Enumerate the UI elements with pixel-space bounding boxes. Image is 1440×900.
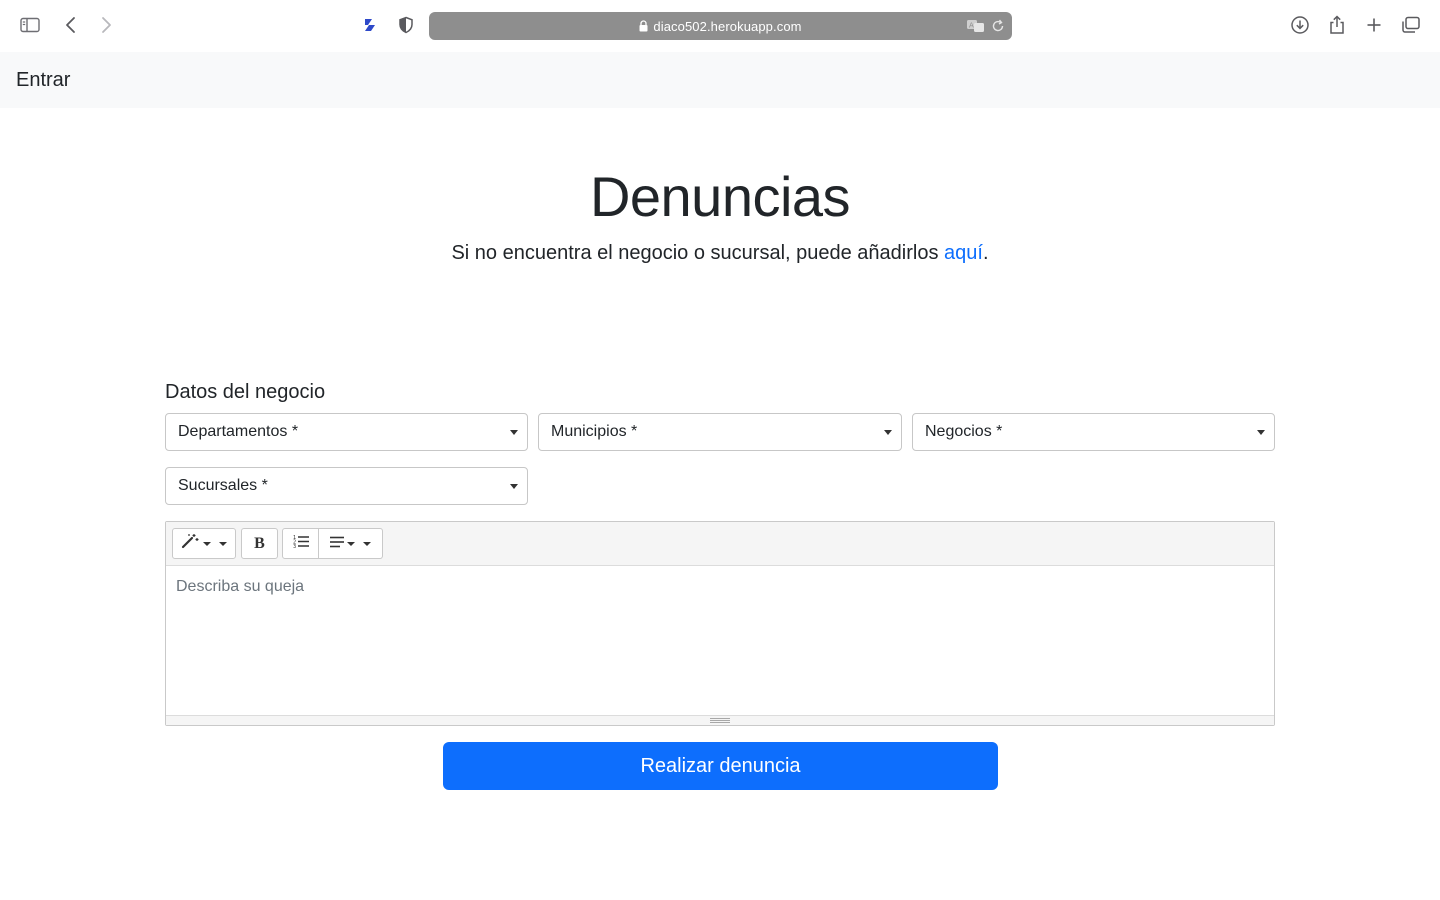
chevron-down-icon xyxy=(1257,430,1265,435)
caret-down-icon xyxy=(219,541,227,546)
bold-icon: B xyxy=(254,534,265,552)
departamentos-label: Departamentos * xyxy=(178,423,299,440)
caret-down-icon xyxy=(203,541,211,546)
shield-icon[interactable] xyxy=(393,12,419,38)
style-button-group xyxy=(172,528,236,559)
chevron-down-icon xyxy=(510,430,518,435)
bold-button[interactable]: B xyxy=(242,529,277,558)
tabs-overview-icon[interactable] xyxy=(1398,12,1424,38)
navbar: Entrar xyxy=(0,52,1440,108)
chevron-down-icon xyxy=(510,484,518,489)
ordered-list-icon: 123 xyxy=(293,534,309,553)
url-text: diaco502.herokuapp.com xyxy=(653,18,802,34)
lock-icon xyxy=(639,20,648,32)
back-icon[interactable] xyxy=(58,12,84,38)
municipios-label: Municipios * xyxy=(551,423,638,440)
share-icon[interactable] xyxy=(1324,12,1350,38)
section-title: Datos del negocio xyxy=(165,381,326,403)
ordered-list-button[interactable]: 123 xyxy=(283,529,318,558)
caret-down-icon xyxy=(347,541,355,546)
extension-icon[interactable] xyxy=(358,12,384,38)
editor-placeholder: Describa su queja xyxy=(176,578,305,595)
sidebar-icon[interactable] xyxy=(17,12,43,38)
negocios-select[interactable]: Negocios * xyxy=(912,413,1275,451)
chevron-down-icon xyxy=(884,430,892,435)
forward-icon[interactable] xyxy=(93,12,119,38)
navbar-brand-entrar[interactable]: Entrar xyxy=(16,69,70,92)
browser-chrome: diaco502.herokuapp.com A xyxy=(0,0,1440,52)
translate-icon[interactable]: A xyxy=(966,18,986,39)
page-title: Denuncias xyxy=(589,165,851,228)
download-icon[interactable] xyxy=(1287,12,1313,38)
address-bar[interactable]: diaco502.herokuapp.com A xyxy=(429,12,1012,40)
sucursales-label: Sucursales * xyxy=(178,477,268,494)
departamentos-select[interactable]: Departamentos * xyxy=(165,413,528,451)
complaint-text-area[interactable]: Describa su queja xyxy=(166,566,1274,717)
editor-toolbar: B 123 xyxy=(166,522,1274,566)
negocios-label: Negocios * xyxy=(925,423,1003,440)
subtitle-end: . xyxy=(982,242,989,264)
paragraph-button-group: 123 xyxy=(282,528,383,559)
municipios-select[interactable]: Municipios * xyxy=(538,413,902,451)
paragraph-align-dropdown[interactable] xyxy=(318,529,382,558)
subtitle-text: Si no encuentra el negocio o sucursal, p… xyxy=(451,242,945,264)
svg-text:3: 3 xyxy=(293,544,296,548)
align-left-icon xyxy=(330,535,344,553)
submit-complaint-button[interactable]: Realizar denuncia xyxy=(443,742,998,790)
bold-button-group: B xyxy=(241,528,278,559)
editor-resize-handle[interactable] xyxy=(166,715,1274,725)
page-subtitle: Si no encuentra el negocio o sucursal, p… xyxy=(0,242,1440,265)
style-dropdown-button[interactable] xyxy=(173,529,235,558)
add-business-link[interactable]: aquí xyxy=(944,242,983,264)
caret-down-icon xyxy=(363,541,371,546)
new-tab-icon[interactable] xyxy=(1361,12,1387,38)
complaint-editor: B 123 Describa su queja xyxy=(165,521,1275,726)
sucursales-select[interactable]: Sucursales * xyxy=(165,467,528,505)
reload-icon[interactable] xyxy=(990,18,1006,39)
svg-text:A: A xyxy=(969,22,974,30)
magic-wand-icon xyxy=(181,533,201,554)
resize-grip-icon xyxy=(710,718,730,723)
